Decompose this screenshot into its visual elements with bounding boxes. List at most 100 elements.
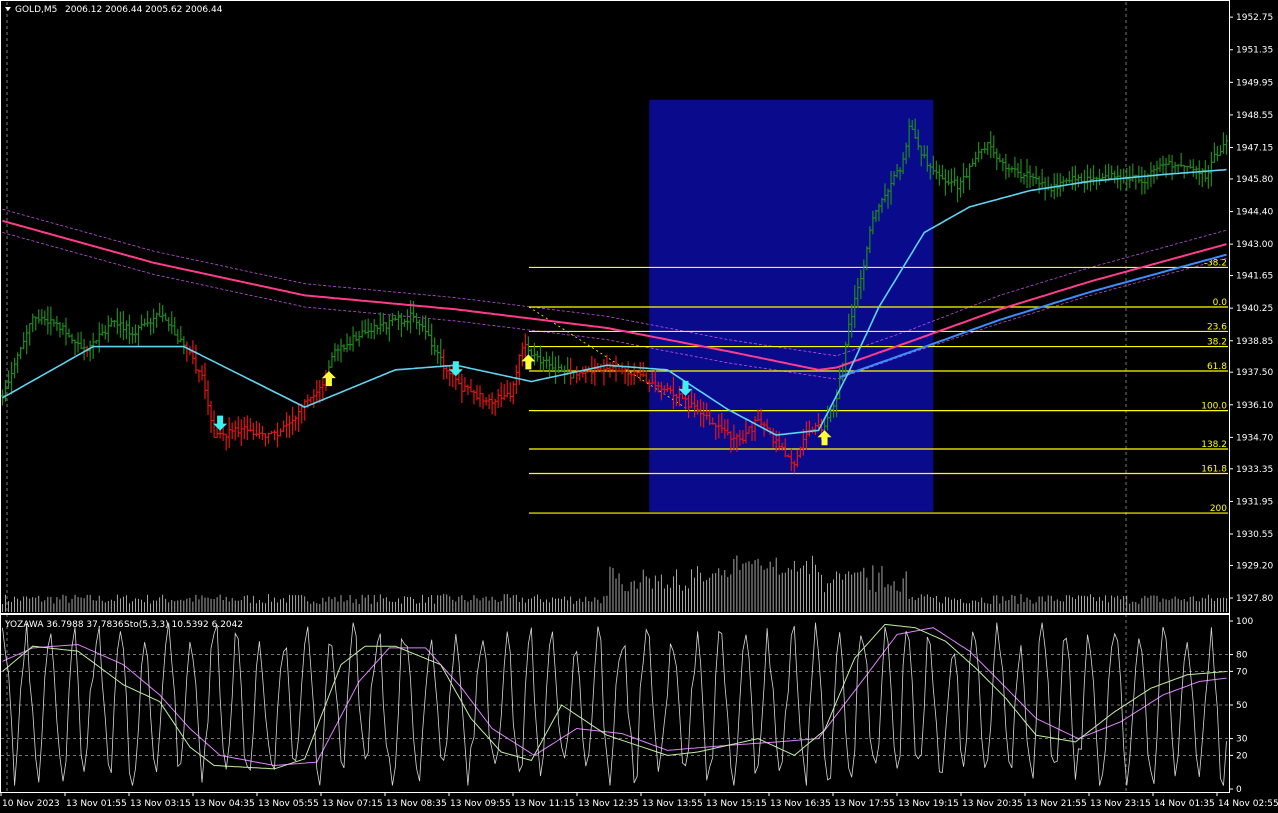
ma-fast-line bbox=[2, 168, 1227, 436]
candle bbox=[158, 302, 162, 318]
candle bbox=[983, 142, 987, 154]
time-tick-label: 13 Nov 05:55 bbox=[258, 799, 319, 809]
candle bbox=[538, 345, 543, 370]
candle bbox=[439, 338, 443, 366]
symbol-menu-triangle-icon[interactable] bbox=[5, 7, 11, 11]
candle bbox=[1025, 158, 1029, 188]
oscillator-pane[interactable] bbox=[1, 622, 1228, 786]
price-tick-label: 1952.75 bbox=[1236, 13, 1273, 23]
candle bbox=[623, 365, 627, 384]
candle bbox=[578, 371, 582, 381]
candle bbox=[511, 381, 515, 405]
candle bbox=[1158, 158, 1162, 173]
candle bbox=[303, 399, 307, 421]
time-tick-label: 13 Nov 15:15 bbox=[706, 799, 767, 809]
candle bbox=[194, 344, 198, 374]
candle bbox=[360, 320, 364, 339]
candle bbox=[1049, 183, 1053, 198]
candle bbox=[484, 397, 488, 406]
candle bbox=[1055, 173, 1059, 197]
candle bbox=[1149, 161, 1153, 188]
candle bbox=[1031, 173, 1035, 187]
candle bbox=[52, 319, 56, 327]
candle bbox=[152, 308, 156, 334]
candle bbox=[1019, 159, 1023, 183]
price-tick-label: 1938.85 bbox=[1236, 337, 1273, 347]
ma-band-layer bbox=[2, 208, 1227, 380]
candle bbox=[1064, 178, 1068, 185]
price-tick-label: 1931.95 bbox=[1236, 497, 1273, 507]
time-axis[interactable]: 10 Nov 2023 13 Nov 01:55 13 Nov 03:15 13 No… bbox=[0, 792, 1278, 809]
candle bbox=[414, 312, 419, 330]
candle bbox=[115, 308, 119, 335]
candle bbox=[284, 412, 289, 438]
candle bbox=[1221, 132, 1226, 154]
candle bbox=[297, 404, 301, 433]
candle bbox=[1152, 164, 1156, 184]
fib-level-label: 0.0 bbox=[1213, 298, 1228, 308]
candle bbox=[1191, 159, 1195, 177]
candle bbox=[1155, 160, 1159, 180]
main-pane[interactable]: -38.20.023.638.261.8100.0138.2161.8200 bbox=[0, 2, 1229, 792]
symbol-label: GOLD,M5 bbox=[15, 5, 57, 15]
price-axis[interactable]: 1952.75 1951.35 1949.95 1948.55 1947.15 1945.… bbox=[1229, 13, 1273, 604]
candle bbox=[31, 313, 35, 333]
candle bbox=[257, 422, 261, 439]
candle bbox=[339, 338, 343, 363]
candle bbox=[97, 322, 101, 353]
candle bbox=[233, 420, 237, 441]
candle bbox=[520, 342, 524, 367]
candle bbox=[1143, 170, 1147, 195]
price-tick-label: 1943.00 bbox=[1236, 240, 1273, 250]
candle bbox=[1076, 174, 1081, 188]
candle bbox=[1040, 168, 1044, 190]
candle bbox=[566, 357, 570, 375]
candle bbox=[417, 319, 422, 336]
candle bbox=[79, 331, 83, 350]
candle bbox=[463, 377, 467, 392]
candle bbox=[469, 378, 473, 393]
candle bbox=[974, 151, 978, 167]
time-tick-label: 13 Nov 09:55 bbox=[450, 799, 511, 809]
candle bbox=[1215, 145, 1220, 162]
candle bbox=[118, 311, 122, 338]
candle bbox=[43, 310, 47, 326]
candle bbox=[949, 168, 954, 193]
candle bbox=[493, 398, 497, 416]
oscillator-lines bbox=[2, 622, 1227, 786]
price-tick-label: 1948.55 bbox=[1236, 111, 1273, 121]
oscillator-tick-label: 50 bbox=[1236, 701, 1248, 711]
candle bbox=[263, 433, 268, 447]
candle bbox=[251, 422, 255, 440]
fib-level-label: 100.0 bbox=[1201, 402, 1227, 412]
candle bbox=[312, 388, 316, 408]
candle bbox=[384, 322, 388, 335]
candle bbox=[272, 429, 277, 441]
oscillator-axis[interactable]: 100 80 70 50 30 20 0 bbox=[1229, 617, 1253, 795]
candle bbox=[1131, 163, 1135, 182]
price-tick-label: 1927.80 bbox=[1236, 594, 1273, 604]
candle bbox=[946, 170, 951, 186]
time-tick-label: 13 Nov 20:35 bbox=[962, 799, 1023, 809]
candle bbox=[70, 333, 74, 344]
candle bbox=[294, 415, 298, 431]
candle bbox=[1119, 169, 1123, 191]
candle bbox=[1085, 164, 1090, 190]
candle bbox=[964, 167, 969, 179]
candle bbox=[109, 317, 113, 327]
candle bbox=[46, 306, 50, 335]
candle bbox=[1176, 164, 1180, 174]
grid-layer bbox=[6, 2, 1127, 792]
candle bbox=[351, 326, 355, 352]
candle bbox=[1167, 154, 1171, 166]
trading-chart[interactable]: -38.20.023.638.261.8100.0138.2161.8200 1… bbox=[0, 0, 1278, 813]
candle bbox=[309, 396, 313, 404]
candle bbox=[230, 422, 234, 440]
candle bbox=[641, 362, 645, 377]
candle bbox=[1022, 172, 1026, 185]
candle bbox=[242, 416, 246, 440]
oscillator-tick-label: 80 bbox=[1236, 651, 1248, 661]
candle bbox=[145, 311, 150, 327]
candle bbox=[995, 148, 999, 171]
candle bbox=[605, 354, 609, 373]
